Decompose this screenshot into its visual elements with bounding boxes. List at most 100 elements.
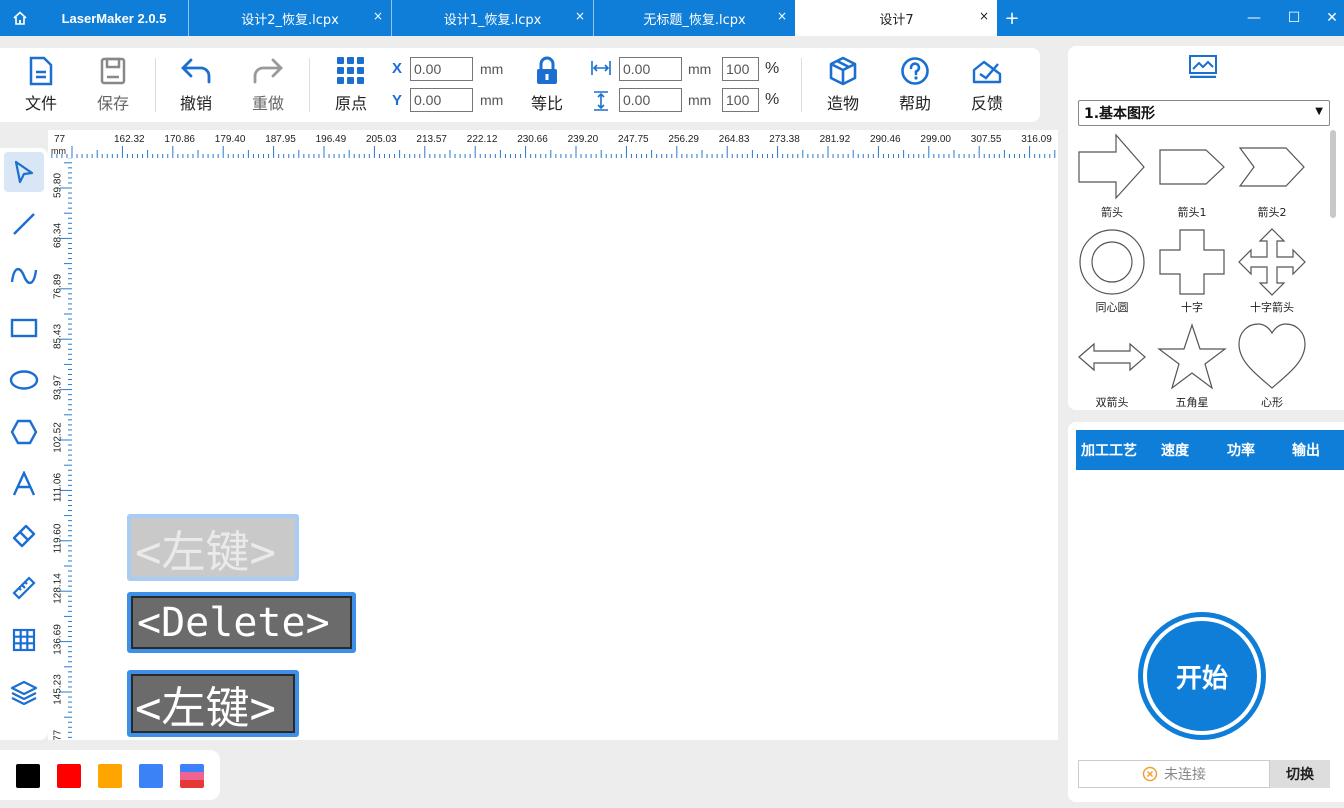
ruler-tick-label: 273.38 (769, 134, 800, 145)
tab-untitled[interactable]: 无标题_恢复.lcpx × (593, 0, 795, 36)
feedback-button[interactable]: 反馈 (957, 48, 1017, 122)
close-icon[interactable]: × (575, 9, 585, 23)
close-icon[interactable]: × (777, 9, 787, 23)
eraser-tool[interactable] (4, 516, 44, 556)
grid-dots-icon (337, 57, 364, 84)
heart-shape-icon (1238, 323, 1306, 389)
y-input[interactable]: 0.00 (410, 88, 473, 112)
maximize-button[interactable]: ☐ (1274, 0, 1314, 36)
shape-arrow[interactable]: 箭头 (1072, 132, 1152, 227)
key-overlay-left-click-faded: <左键> (127, 514, 299, 581)
ruler-tick-label: 85.43 (52, 324, 64, 350)
width-percent-input[interactable]: 100 (722, 57, 759, 81)
close-icon[interactable]: × (373, 9, 383, 23)
ellipse-icon (9, 370, 39, 390)
start-button[interactable]: 开始 (1138, 612, 1266, 740)
height-icon (594, 91, 608, 111)
line-icon (13, 213, 35, 235)
ruler-tick-label: 281.92 (819, 134, 851, 145)
swatch-blue[interactable] (139, 764, 163, 788)
height-percent-input[interactable]: 100 (722, 88, 759, 112)
ruler-tick-label: 170.86 (164, 134, 195, 145)
shape-arrow1[interactable]: 箭头1 (1152, 132, 1232, 227)
shape-category-select[interactable]: 1.基本图形 ▼ (1078, 100, 1330, 126)
layers-tool[interactable] (4, 672, 44, 712)
y-label: Y (392, 92, 403, 109)
save-icon (100, 57, 126, 85)
curve-tool[interactable] (4, 256, 44, 296)
save-label: 保存 (96, 94, 129, 113)
ruler-tick-label: 290.46 (870, 134, 901, 145)
swatch-multicolor[interactable] (180, 764, 204, 788)
line-tool[interactable] (4, 204, 44, 244)
select-icon (14, 160, 34, 184)
shape-concentric-circle[interactable]: 同心圆 (1072, 227, 1152, 322)
polygon-tool[interactable] (4, 412, 44, 452)
ruler-tick-label: 256.29 (668, 134, 699, 145)
build-button[interactable]: 造物 (813, 48, 873, 122)
width-unit: mm (688, 61, 712, 77)
rectangle-tool[interactable] (4, 308, 44, 348)
swatch-orange[interactable] (98, 764, 122, 788)
shape-double-arrow[interactable]: 双箭头 (1072, 322, 1152, 408)
ruler-tool[interactable] (4, 568, 44, 608)
ellipse-tool[interactable] (4, 360, 44, 400)
ruler-tick-label: 264.83 (718, 134, 750, 145)
undo-button[interactable]: 撤销 (166, 48, 226, 122)
height-input[interactable]: 0.00 (619, 88, 682, 112)
image-icon[interactable] (1188, 54, 1218, 78)
header-speed: 速度 (1142, 430, 1208, 470)
switch-button[interactable]: 切换 (1270, 760, 1330, 788)
redo-button[interactable]: 重做 (238, 48, 298, 122)
ruler-tick-label: 3.77 (52, 730, 64, 740)
tab-design2[interactable]: 设计2_恢复.lcpx × (188, 0, 391, 36)
ruler-tick-label: 316.09 (1021, 134, 1052, 145)
tab-design7[interactable]: 设计7 × (795, 0, 997, 36)
shapes-panel: 1.基本图形 ▼ 箭头 箭头1 箭头2 同心圆 十字 十字箭头 双箭头 五角星 … (1068, 46, 1344, 410)
shape-arrow2[interactable]: 箭头2 (1232, 132, 1312, 227)
drawing-tools-panel (0, 148, 48, 740)
x-input[interactable]: 0.00 (410, 57, 473, 81)
close-window-button[interactable]: ✕ (1312, 0, 1344, 36)
shape-cross-arrow[interactable]: 十字箭头 (1232, 227, 1312, 322)
save-button[interactable]: 保存 (83, 48, 143, 122)
origin-button[interactable]: 原点 (321, 48, 381, 122)
shape-star[interactable]: 五角星 (1152, 322, 1232, 408)
help-button[interactable]: 帮助 (885, 48, 945, 122)
eraser-icon (12, 524, 36, 548)
ruler-tick-label: 187.95 (265, 134, 296, 145)
tab-label: 无标题_恢复.lcpx (643, 12, 746, 28)
header-power: 功率 (1208, 430, 1274, 470)
process-panel: 加工工艺 速度 功率 输出 开始 未连接 切换 (1068, 422, 1344, 802)
ruler-tick-label: 162.32 (114, 134, 145, 145)
star-shape-icon (1157, 323, 1227, 390)
shapes-scrollbar[interactable] (1330, 130, 1336, 218)
proportional-lock-button[interactable]: 等比 (517, 48, 577, 122)
tab-design1[interactable]: 设计1_恢复.lcpx × (391, 0, 593, 36)
proportional-label: 等比 (530, 94, 563, 113)
close-icon[interactable]: × (979, 9, 989, 23)
shape-cross[interactable]: 十字 (1152, 227, 1232, 322)
file-button[interactable]: 文件 (11, 48, 71, 122)
select-tool[interactable] (4, 152, 44, 192)
home-icon[interactable] (0, 0, 40, 36)
shape-heart[interactable]: 心形 (1232, 322, 1312, 408)
help-icon (901, 57, 929, 85)
undo-label: 撤销 (179, 94, 212, 113)
array-tool[interactable] (4, 620, 44, 660)
arrow1-shape-icon (1159, 149, 1225, 185)
main-toolbar: 文件 保存 撤销 重做 原点 X 0.00 mm Y 0.00 mm 等比 0.… (0, 48, 1040, 122)
width-input[interactable]: 0.00 (619, 57, 682, 81)
swatch-red[interactable] (57, 764, 81, 788)
ruler-tick-label: 299.00 (920, 134, 951, 145)
add-tab-button[interactable]: + (1000, 0, 1024, 36)
text-tool[interactable] (4, 464, 44, 504)
ruler-tick-label: 68.34 (52, 223, 64, 249)
height-unit: mm (688, 92, 712, 108)
connection-status[interactable]: 未连接 (1078, 760, 1270, 788)
left-ruler: 59.80 68.34 76.89 85.43 93.97 102.52 111.06 119… (48, 158, 72, 740)
swatch-black[interactable] (16, 764, 40, 788)
cross-arrow-shape-icon (1238, 228, 1306, 296)
minimize-button[interactable]: — (1234, 0, 1274, 36)
header-output: 输出 (1274, 430, 1338, 470)
